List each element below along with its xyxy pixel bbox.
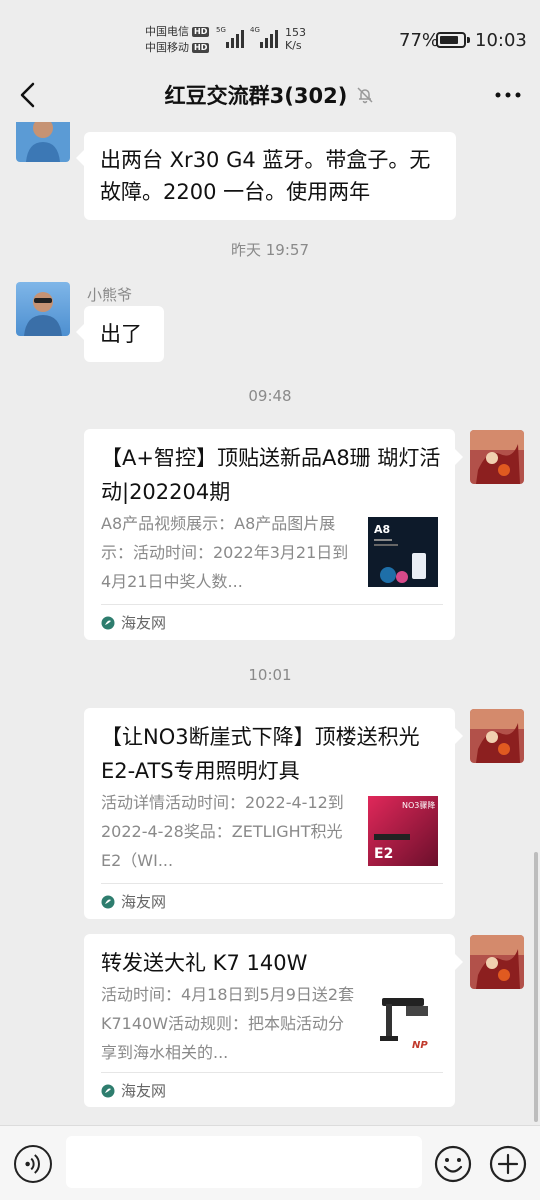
card-title: 【让NO3断崖式下降】顶楼送积光E2-ATS专用照明灯具 — [101, 725, 420, 783]
svg-text:NP: NP — [412, 1040, 428, 1051]
chat-title-container: 红豆交流群3(302) — [0, 80, 540, 110]
card-description: 活动时间：4月18日到5月9日送2套K7140W活动规则：把本贴活动分享到海水相… — [101, 985, 355, 1062]
battery-percent: 77% — [399, 30, 440, 51]
carrier-info: 中国电信 HD 中国移动 HD — [145, 24, 210, 56]
avatar[interactable] — [470, 430, 524, 484]
signal-5g-icon: 5G — [216, 26, 244, 48]
chat-title[interactable]: 红豆交流群3(302) — [165, 80, 348, 110]
carrier-1: 中国电信 — [145, 25, 189, 38]
battery-icon — [436, 32, 470, 48]
bell-off-icon — [357, 87, 373, 104]
card-source: 海友网 — [101, 612, 166, 633]
status-bar: 中国电信 HD 中国移动 HD 5G 4G 153 K/s 77% 10:03 — [0, 0, 540, 68]
timestamp: 10:01 — [248, 666, 292, 684]
source-name: 海友网 — [121, 893, 167, 911]
card-source: 海友网 — [101, 1080, 166, 1101]
message-text: 出了 — [100, 322, 142, 346]
card-title: 转发送大礼 K7 140W — [101, 951, 308, 975]
signal-4g-icon: 4G — [250, 26, 278, 48]
chat-header: 红豆交流群3(302) — [0, 68, 540, 122]
card-title: 【A+智控】顶贴送新品A8珊 瑚灯活动|202204期 — [101, 446, 441, 504]
source-icon — [101, 616, 115, 629]
avatar[interactable] — [470, 709, 524, 763]
carrier-2: 中国移动 — [145, 41, 189, 54]
plus-icon[interactable] — [489, 1145, 527, 1183]
voice-icon[interactable] — [14, 1145, 52, 1183]
card-description: A8产品视频展示：A8产品图片展示：活动时间：2022年3月21日到4月21日中… — [101, 514, 349, 591]
scrollbar[interactable] — [534, 852, 538, 1122]
link-card[interactable]: 转发送大礼 K7 140W 活动时间：4月18日到5月9日送2套K7140W活动… — [84, 934, 463, 1107]
card-thumbnail: NP — [368, 988, 438, 1058]
svg-text:E2: E2 — [374, 846, 393, 862]
clock: 10:03 — [475, 30, 527, 51]
source-icon — [101, 1084, 115, 1097]
avatar[interactable] — [16, 282, 70, 336]
card-thumbnail: A8 — [368, 517, 438, 587]
emoji-icon[interactable] — [434, 1145, 472, 1183]
thumb-badge: NO3骤降 50不重样 — [402, 800, 438, 810]
message-list[interactable]: 出两台 Xr30 G4 蓝牙。带盒子。无故障。2200 一台。使用两年 昨天 1… — [0, 122, 540, 1125]
source-name: 海友网 — [121, 1082, 167, 1100]
hd-badge: HD — [192, 43, 210, 53]
card-source: 海友网 — [101, 891, 166, 912]
source-icon — [101, 895, 115, 908]
avatar[interactable] — [470, 935, 524, 989]
card-description: 活动详情活动时间：2022-4-12到2022-4-28奖品：ZETLIGHT积… — [101, 793, 344, 870]
link-card[interactable]: 【让NO3断崖式下降】顶楼送积光E2-ATS专用照明灯具 活动详情活动时间：20… — [84, 708, 463, 919]
network-speed: 153 K/s — [285, 26, 306, 52]
message-bubble[interactable]: 出两台 Xr30 G4 蓝牙。带盒子。无故障。2200 一台。使用两年 — [76, 132, 456, 220]
more-dots-icon[interactable] — [492, 80, 524, 110]
input-bar — [0, 1125, 540, 1200]
hd-badge: HD — [192, 27, 210, 37]
source-name: 海友网 — [121, 614, 167, 632]
timestamp: 09:48 — [248, 387, 292, 405]
signal-icons: 5G 4G — [216, 26, 278, 48]
avatar[interactable] — [16, 122, 70, 162]
message-text: 出两台 Xr30 G4 蓝牙。带盒子。无故障。2200 一台。使用两年 — [100, 148, 431, 204]
message-bubble[interactable]: 出了 — [76, 306, 164, 362]
timestamp: 昨天 19:57 — [231, 241, 309, 259]
card-thumbnail: NO3骤降 50不重样 E2 — [368, 796, 438, 866]
svg-text:A8: A8 — [374, 523, 390, 536]
message-input[interactable] — [66, 1136, 422, 1188]
link-card[interactable]: 【A+智控】顶贴送新品A8珊 瑚灯活动|202204期 A8产品视频展示：A8产… — [84, 429, 463, 640]
sender-name: 小熊爷 — [87, 286, 133, 304]
